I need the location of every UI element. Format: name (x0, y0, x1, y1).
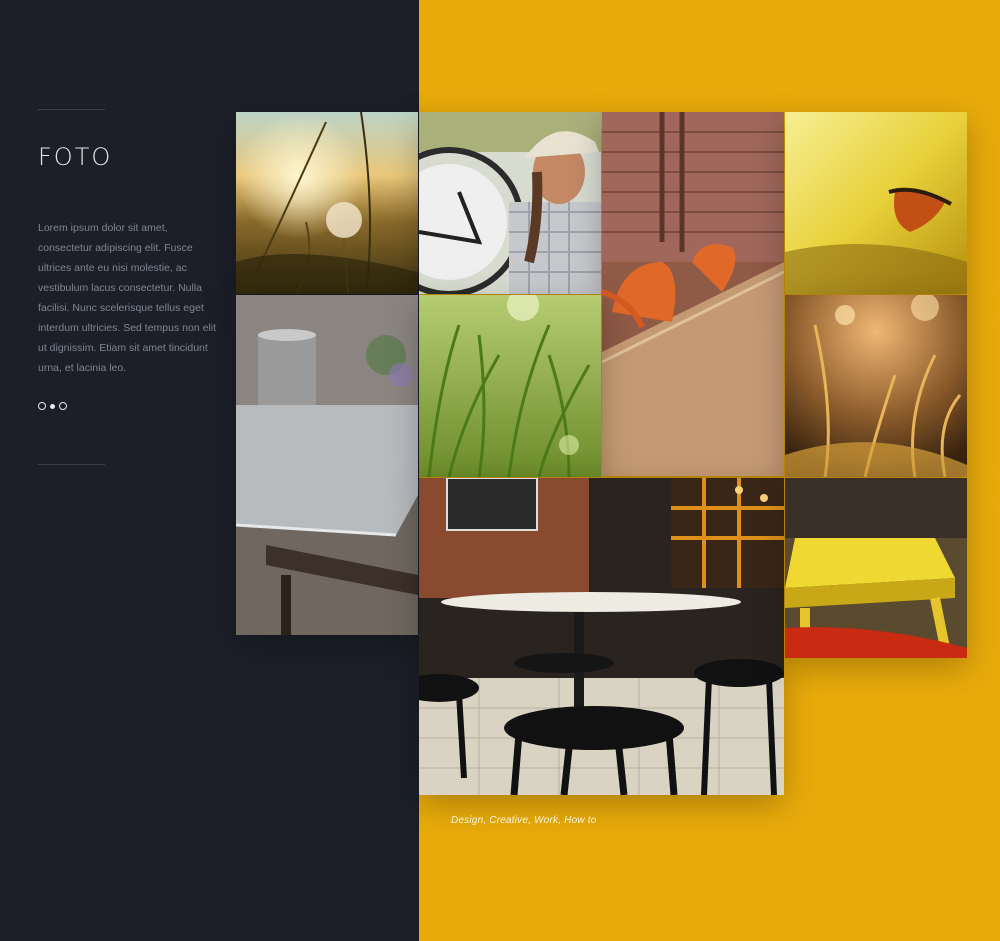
pagination-dot-3[interactable] (59, 402, 67, 410)
photo-table-cup[interactable] (236, 295, 418, 635)
pagination-dot-2[interactable] (50, 403, 55, 409)
pagination-dot-1[interactable] (38, 402, 46, 410)
photo-woman-bicycle[interactable] (419, 112, 601, 294)
site-title: FOTO (38, 143, 113, 171)
bottom-divider (38, 464, 105, 465)
photo-dandelion[interactable] (236, 112, 418, 294)
photo-restaurant-stools[interactable] (419, 478, 784, 795)
intro-paragraph: Lorem ipsum dolor sit amet, consectetur … (38, 222, 217, 374)
photo-yellow-stool[interactable] (785, 478, 967, 658)
photo-green-grass[interactable] (419, 295, 601, 477)
pagination-dots (38, 402, 67, 410)
top-divider (38, 109, 105, 110)
photo-cafe-interior[interactable] (602, 112, 784, 476)
photo-golden-grass[interactable] (785, 295, 967, 477)
gallery-caption: Design, Creative, Work, How to (451, 815, 597, 826)
photo-yellow-metal[interactable] (785, 112, 967, 294)
